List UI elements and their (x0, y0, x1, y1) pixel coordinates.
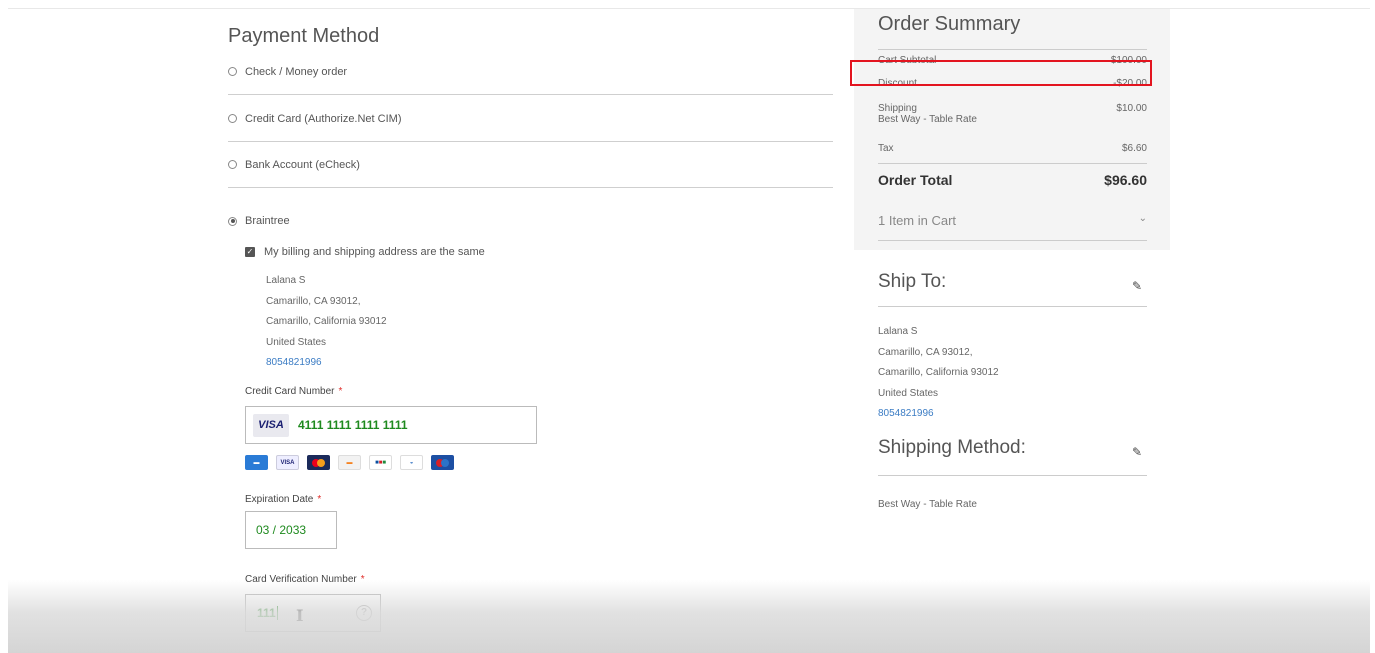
exp-date-label: Expiration Date * (245, 494, 321, 505)
ibeam-cursor-icon: I (296, 606, 304, 625)
payment-option-label: Check / Money order (245, 65, 348, 78)
ship-phone-link[interactable]: 8054821996 (878, 404, 999, 425)
visa-icon: VISA (253, 413, 289, 437)
summary-row-tax: Tax $6.60 (878, 143, 1147, 154)
edit-pencil-icon[interactable]: ✎ (1132, 279, 1142, 293)
address-phone-link[interactable]: 8054821996 (266, 353, 387, 374)
ship-country: United States (878, 387, 939, 399)
maestro-icon (431, 455, 454, 470)
row-label: Shipping Best Way - Table Rate (878, 103, 977, 125)
cvv-label-text: Card Verification Number (245, 574, 357, 585)
shipping-method-title: Shipping Method: (878, 437, 1026, 458)
exp-date-value: 03 / 2033 (256, 523, 307, 537)
payment-option-label: Credit Card (Authorize.Net CIM) (245, 112, 402, 125)
required-marker: * (338, 386, 343, 397)
ship-name: Lalana S (878, 326, 918, 337)
cc-number-label: Credit Card Number * (245, 386, 342, 397)
edit-pencil-icon[interactable]: ✎ (1132, 445, 1142, 459)
amex-icon: ▬ (245, 455, 268, 470)
divider (878, 163, 1147, 164)
payment-option-check-money-order[interactable]: Check / Money order (228, 49, 833, 95)
card-logos: ▬ VISA ▬ ■ ■ ■ ◒ (245, 455, 454, 470)
order-summary-title: Order Summary (878, 13, 1021, 35)
ship-to-address: Lalana S Camarillo, CA 93012, Camarillo,… (878, 322, 999, 425)
shipping-carrier: Best Way - Table Rate (878, 114, 977, 125)
checkbox-checked-icon[interactable]: ✓ (245, 247, 255, 257)
billing-same-checkbox[interactable]: ✓ My billing and shipping address are th… (245, 246, 485, 258)
row-label: Tax (878, 143, 894, 154)
required-marker: * (317, 494, 322, 505)
order-total-label: Order Total (878, 172, 953, 188)
address-line1: Camarillo, CA 93012, (266, 295, 361, 307)
payment-option-credit-card-cim[interactable]: Credit Card (Authorize.Net CIM) (228, 96, 833, 142)
billing-same-label: My billing and shipping address are the … (264, 246, 485, 258)
address-name: Lalana S (266, 275, 306, 286)
summary-row-shipping: Shipping Best Way - Table Rate $10.00 (878, 103, 1147, 125)
payment-option-label: Braintree (245, 215, 290, 227)
payment-option-label: Bank Account (eCheck) (245, 158, 360, 171)
order-total-value: $96.60 (1104, 172, 1147, 188)
order-summary: Order Summary Cart Subtotal $100.00 Disc… (854, 9, 1170, 250)
chevron-down-icon: ⌄ (1138, 213, 1147, 224)
shipping-method-value: Best Way - Table Rate (878, 499, 977, 510)
discover-icon: ▬ (338, 455, 361, 470)
items-in-cart-toggle[interactable]: 1 Item in Cart ⌄ (878, 213, 1147, 228)
cc-number-value: 4111 1111 1111 1111 (298, 418, 408, 432)
exp-date-label-text: Expiration Date (245, 494, 314, 505)
required-marker: * (360, 574, 365, 585)
cvv-value: 111 (257, 606, 276, 620)
billing-address: Lalana S Camarillo, CA 93012, Camarillo,… (266, 271, 387, 374)
order-total-row: Order Total $96.60 (878, 172, 1147, 188)
cc-number-input[interactable]: VISA 4111 1111 1111 1111 (245, 406, 537, 444)
address-country: United States (266, 336, 327, 348)
radio-checked-icon[interactable] (228, 216, 237, 226)
jcb-icon: ■ ■ ■ (369, 455, 392, 470)
address-line2: Camarillo, California 93012 (266, 316, 387, 327)
row-value: $10.00 (1116, 103, 1147, 114)
radio-icon[interactable] (228, 160, 237, 169)
diners-icon: ◒ (400, 455, 423, 470)
shipping-label: Shipping (878, 103, 917, 114)
divider (878, 475, 1147, 476)
row-value: $6.60 (1121, 143, 1147, 154)
radio-icon[interactable] (228, 114, 237, 123)
payment-option-braintree[interactable]: Braintree (228, 215, 290, 227)
cc-number-label-text: Credit Card Number (245, 386, 335, 397)
payment-method-title: Payment Method (228, 25, 380, 47)
divider (878, 240, 1147, 241)
divider (878, 49, 1147, 50)
text-caret (276, 606, 278, 620)
items-in-cart-label: 1 Item in Cart (878, 213, 957, 228)
visa-icon: VISA (276, 455, 299, 470)
help-icon[interactable]: ? (356, 605, 372, 621)
divider (878, 306, 1147, 307)
cvv-label: Card Verification Number * (245, 574, 365, 585)
radio-icon[interactable] (228, 67, 237, 76)
ship-line2: Camarillo, California 93012 (878, 367, 999, 378)
ship-line1: Camarillo, CA 93012, (878, 346, 973, 358)
ship-to-title: Ship To: (878, 271, 947, 292)
exp-date-input[interactable]: 03 / 2033 (245, 511, 337, 549)
mastercard-icon (307, 455, 330, 470)
checkout-page: Payment Method Check / Money order Credi… (8, 8, 1370, 653)
discount-highlight-box (850, 60, 1152, 86)
cvv-input[interactable]: 111 I ? (245, 594, 381, 632)
payment-option-bank-account[interactable]: Bank Account (eCheck) (228, 142, 833, 188)
